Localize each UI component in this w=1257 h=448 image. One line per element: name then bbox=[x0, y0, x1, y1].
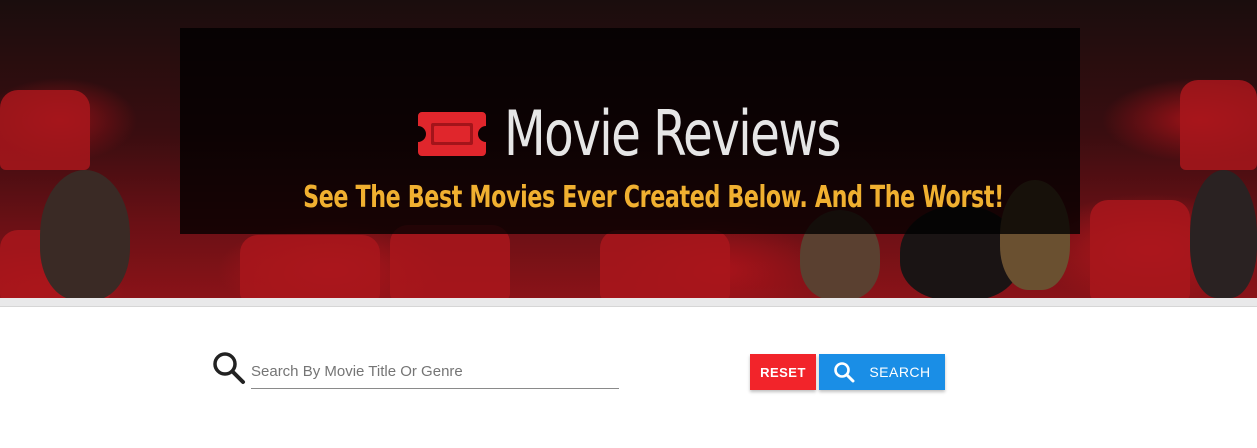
search-icon bbox=[834, 362, 855, 383]
hero-decor bbox=[600, 230, 730, 298]
search-button[interactable]: SEARCH bbox=[819, 354, 945, 390]
header-overlay: Movie Reviews See The Best Movies Ever C… bbox=[180, 28, 1080, 234]
page-title: Movie Reviews bbox=[504, 97, 842, 170]
hero-decor bbox=[1190, 170, 1257, 298]
hero-decor bbox=[390, 225, 510, 298]
subtitle-text: See The Best Movies Ever Created Below. … bbox=[303, 180, 1004, 215]
hero-decor bbox=[1090, 200, 1190, 298]
search-button-label: SEARCH bbox=[869, 364, 931, 380]
hero-decor bbox=[0, 90, 90, 170]
hero-divider bbox=[0, 298, 1257, 307]
hero-decor bbox=[1180, 80, 1257, 170]
reset-button[interactable]: RESET bbox=[750, 354, 816, 390]
hero-decor bbox=[40, 170, 130, 298]
search-icon bbox=[213, 352, 245, 384]
reset-button-label: RESET bbox=[760, 364, 806, 380]
ticket-icon bbox=[418, 112, 486, 156]
search-input[interactable] bbox=[251, 354, 619, 389]
hero-decor bbox=[240, 235, 380, 298]
title-row: Movie Reviews bbox=[180, 94, 1080, 174]
hero-banner: Movie Reviews See The Best Movies Ever C… bbox=[0, 0, 1257, 298]
page-subtitle: See The Best Movies Ever Created Below. … bbox=[180, 178, 1080, 218]
